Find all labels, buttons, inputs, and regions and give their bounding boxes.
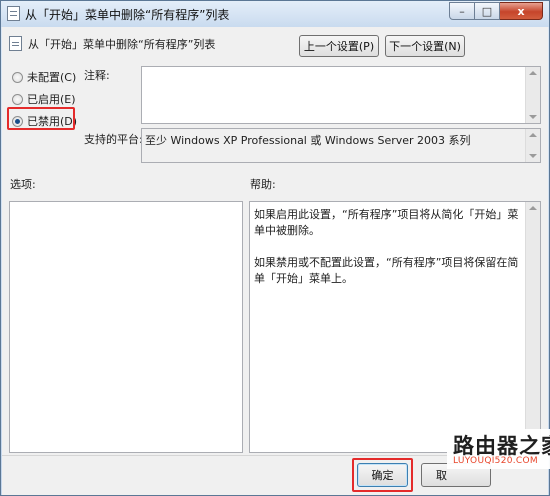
policy-setting-icon [9,36,22,51]
radio-indicator[interactable] [12,71,23,83]
supported-platform-label: 支持的平台: [84,133,143,146]
supported-platform-field: 至少 Windows XP Professional 或 Windows Ser… [141,128,541,163]
previous-setting-button[interactable]: 上一个设置(P) [299,35,379,57]
close-button[interactable]: x [500,2,543,20]
ok-button-highlight [352,458,413,492]
supported-platform-value: 至少 Windows XP Professional 或 Windows Ser… [145,134,471,147]
radio-indicator[interactable] [12,93,23,105]
window-title: 从「开始」菜单中删除“所有程序”列表 [25,8,230,22]
next-setting-button[interactable]: 下一个设置(N) [385,35,465,57]
radio-label: 已启用(E) [27,93,76,106]
scroll-up-icon[interactable] [529,206,537,210]
radio-enabled[interactable]: 已启用(E) [12,91,76,107]
scroll-up-icon[interactable] [529,133,537,137]
dialog-client-area: 从「开始」菜单中删除“所有程序”列表 上一个设置(P) 下一个设置(N) 未配置… [2,27,548,495]
options-panel [9,201,243,453]
comment-textarea[interactable] [141,66,541,124]
comment-scrollbar[interactable] [525,67,540,123]
disabled-option-highlight [7,107,75,130]
caption-buttons: – □ x [449,2,543,20]
help-scrollbar[interactable] [525,202,540,452]
radio-not-configured[interactable]: 未配置(C) [12,69,76,85]
platform-scrollbar[interactable] [525,129,540,162]
site-watermark: 路由器之家 LUYOUQI520.COM [447,429,550,469]
help-paragraph: 如果禁用或不配置此设置，“所有程序”项目将保留在简单「开始」菜单上。 [254,256,519,285]
minimize-button[interactable]: – [449,2,475,20]
watermark-url: LUYOUQI520.COM [453,456,538,466]
scroll-down-icon[interactable] [529,115,537,119]
options-label: 选项: [10,178,36,191]
comment-label: 注释: [84,69,110,82]
title-bar[interactable]: 从「开始」菜单中删除“所有程序”列表 – □ x [1,1,549,27]
radio-label: 未配置(C) [27,71,77,84]
scroll-down-icon[interactable] [529,154,537,158]
help-panel: 如果启用此设置，“所有程序”项目将从简化「开始」菜单中被删除。 如果禁用或不配置… [249,201,541,453]
scroll-up-icon[interactable] [529,71,537,75]
dialog-window: 从「开始」菜单中删除“所有程序”列表 – □ x 从「开始」菜单中删除“所有程序… [0,0,550,496]
policy-document-icon [7,6,20,21]
help-paragraph: 如果启用此设置，“所有程序”项目将从简化「开始」菜单中被删除。 [254,208,519,237]
maximize-button[interactable]: □ [475,2,500,20]
help-label: 帮助: [250,178,276,191]
policy-name: 从「开始」菜单中删除“所有程序”列表 [28,38,216,51]
